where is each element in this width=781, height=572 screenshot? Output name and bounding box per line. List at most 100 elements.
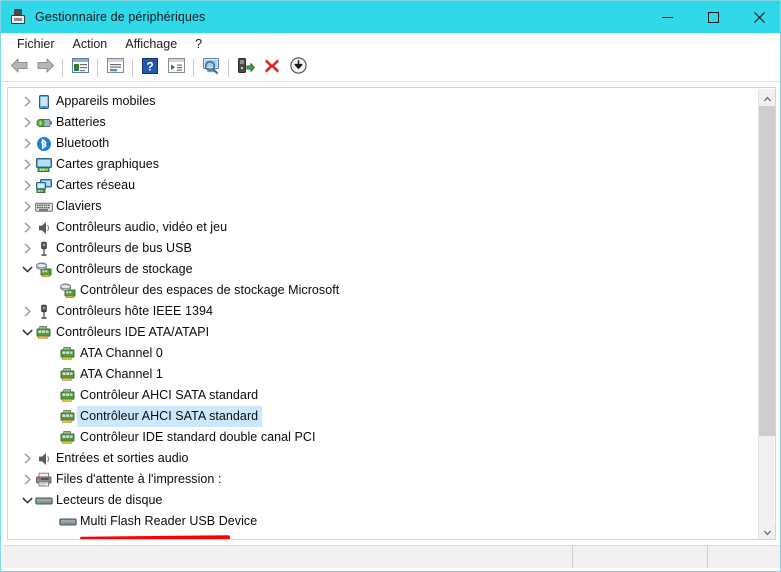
tree-item-label: Cartes réseau — [56, 178, 136, 192]
action-menu-icon — [167, 58, 185, 78]
chevron-right-icon[interactable] — [19, 448, 35, 469]
status-pane-main — [3, 546, 573, 568]
svg-text:?: ? — [146, 59, 153, 73]
menu-fichier[interactable]: Fichier — [8, 35, 64, 53]
chevron-right-icon[interactable] — [19, 196, 35, 217]
ide-controller-icon — [59, 343, 77, 364]
tree-item[interactable]: Lecteurs de disque — [8, 490, 760, 511]
disk-drive-icon — [35, 490, 53, 511]
tree-item-label: Entrées et sorties audio — [56, 451, 189, 465]
tree-item[interactable]: Files d'attente à l'impression : — [8, 469, 760, 490]
network-adapter-icon — [35, 175, 53, 196]
toolbar-back[interactable] — [7, 57, 31, 80]
tree-item-label: Contrôleurs audio, vidéo et jeu — [56, 220, 228, 234]
usb-icon — [35, 238, 53, 259]
menu-affichage[interactable]: Affichage — [116, 35, 186, 53]
device-tree[interactable]: Appareils mobiles Batteries Bluetooth Ca… — [8, 88, 760, 539]
scroll-down-button[interactable] — [759, 523, 775, 540]
toolbar-uninstall-device[interactable] — [260, 57, 284, 80]
tree-item[interactable]: Batteries — [8, 112, 760, 133]
tree-item-label: Bluetooth — [56, 136, 110, 150]
chevron-right-icon[interactable] — [19, 154, 35, 175]
tree-item[interactable]: Contrôleur AHCI SATA standard — [8, 406, 760, 427]
tree-item[interactable]: ATA Channel 1 — [8, 364, 760, 385]
toolbar-console-tree[interactable] — [68, 57, 92, 80]
tree-item[interactable]: Multi Flash Reader USB Device — [8, 511, 760, 532]
menu-action[interactable]: Action — [64, 35, 117, 53]
tree-item[interactable]: Bluetooth — [8, 133, 760, 154]
tree-item[interactable]: Contrôleurs de stockage — [8, 259, 760, 280]
chevron-down-icon[interactable] — [19, 322, 35, 343]
storage-controller-icon — [59, 280, 77, 301]
tree-item-label: Batteries — [56, 115, 106, 129]
toolbar-properties[interactable] — [103, 57, 127, 80]
chevron-right-icon[interactable] — [19, 112, 35, 133]
close-button[interactable] — [736, 1, 780, 33]
tree-item-label: Contrôleur des espaces de stockage Micro… — [80, 283, 340, 297]
toolbar-action-menu[interactable] — [164, 57, 188, 80]
tree-item[interactable]: ATA Channel 0 — [8, 343, 760, 364]
scan-hardware-changes-icon — [201, 57, 221, 79]
chevron-down-icon[interactable] — [19, 259, 35, 280]
menu-aide[interactable]: ? — [186, 35, 211, 53]
device-tree-pane: Appareils mobiles Batteries Bluetooth Ca… — [7, 87, 776, 540]
update-driver-icon — [237, 57, 255, 79]
toolbar-scan-hardware[interactable] — [199, 57, 223, 80]
window-title: Gestionnaire de périphériques — [35, 10, 206, 24]
chevron-right-icon[interactable] — [19, 301, 35, 322]
tree-item-label: Contrôleur AHCI SATA standard — [80, 388, 259, 402]
tree-item[interactable]: Cartes graphiques — [8, 154, 760, 175]
mobile-device-icon — [35, 91, 53, 112]
scroll-up-button[interactable] — [759, 89, 775, 106]
chevron-down-icon[interactable] — [19, 490, 35, 511]
forward-arrow-icon — [36, 58, 55, 78]
ide-controller-icon — [59, 364, 77, 385]
toolbar-separator-3 — [132, 59, 133, 77]
redaction-bar — [79, 534, 231, 539]
status-pane-tertiary — [708, 546, 780, 568]
maximize-button[interactable] — [690, 1, 736, 33]
chevron-right-icon[interactable] — [19, 133, 35, 154]
tree-item[interactable]: Entrées et sorties audio — [8, 448, 760, 469]
menu-bar: Fichier Action Affichage ? — [2, 33, 780, 55]
toolbar-forward[interactable] — [33, 57, 57, 80]
disk-drive-icon — [59, 532, 77, 539]
scrollbar-thumb[interactable] — [759, 106, 775, 436]
tree-item[interactable]: Contrôleurs IDE ATA/ATAPI — [8, 322, 760, 343]
chevron-right-icon[interactable] — [19, 238, 35, 259]
tree-item[interactable]: Contrôleurs de bus USB — [8, 238, 760, 259]
tree-item-label: Cartes graphiques — [56, 157, 159, 171]
tree-item[interactable]: Contrôleur des espaces de stockage Micro… — [8, 280, 760, 301]
ide-controller-icon — [59, 406, 77, 427]
tree-item[interactable]: Appareils mobiles — [8, 91, 760, 112]
chevron-right-icon[interactable] — [19, 175, 35, 196]
vertical-scrollbar[interactable] — [758, 89, 775, 540]
tree-item[interactable]: Claviers — [8, 196, 760, 217]
tree-item[interactable]: Contrôleurs audio, vidéo et jeu — [8, 217, 760, 238]
uninstall-device-icon — [264, 58, 280, 79]
tree-item[interactable]: Contrôleur IDE standard double canal PCI — [8, 427, 760, 448]
tree-item-label: Contrôleurs hôte IEEE 1394 — [56, 304, 213, 318]
chevron-right-icon[interactable] — [19, 91, 35, 112]
storage-controller-icon — [35, 259, 53, 280]
chevron-right-icon[interactable] — [19, 217, 35, 238]
toolbar-help[interactable]: ? — [138, 57, 162, 80]
scroll-down-arrow-icon — [763, 523, 772, 540]
toolbar-disable-device[interactable] — [286, 57, 310, 80]
disable-device-icon — [289, 57, 307, 79]
bluetooth-icon — [35, 133, 53, 154]
tree-item[interactable]: Contrôleur AHCI SATA standard — [8, 385, 760, 406]
toolbar-update-driver[interactable] — [234, 57, 258, 80]
tree-item[interactable] — [8, 532, 760, 539]
minimize-button[interactable] — [644, 1, 690, 33]
toolbar-separator-2 — [97, 59, 98, 77]
tree-item[interactable]: Contrôleurs hôte IEEE 1394 — [8, 301, 760, 322]
tree-item[interactable]: Cartes réseau — [8, 175, 760, 196]
chevron-right-icon[interactable] — [19, 469, 35, 490]
ide-controller-icon — [59, 385, 77, 406]
